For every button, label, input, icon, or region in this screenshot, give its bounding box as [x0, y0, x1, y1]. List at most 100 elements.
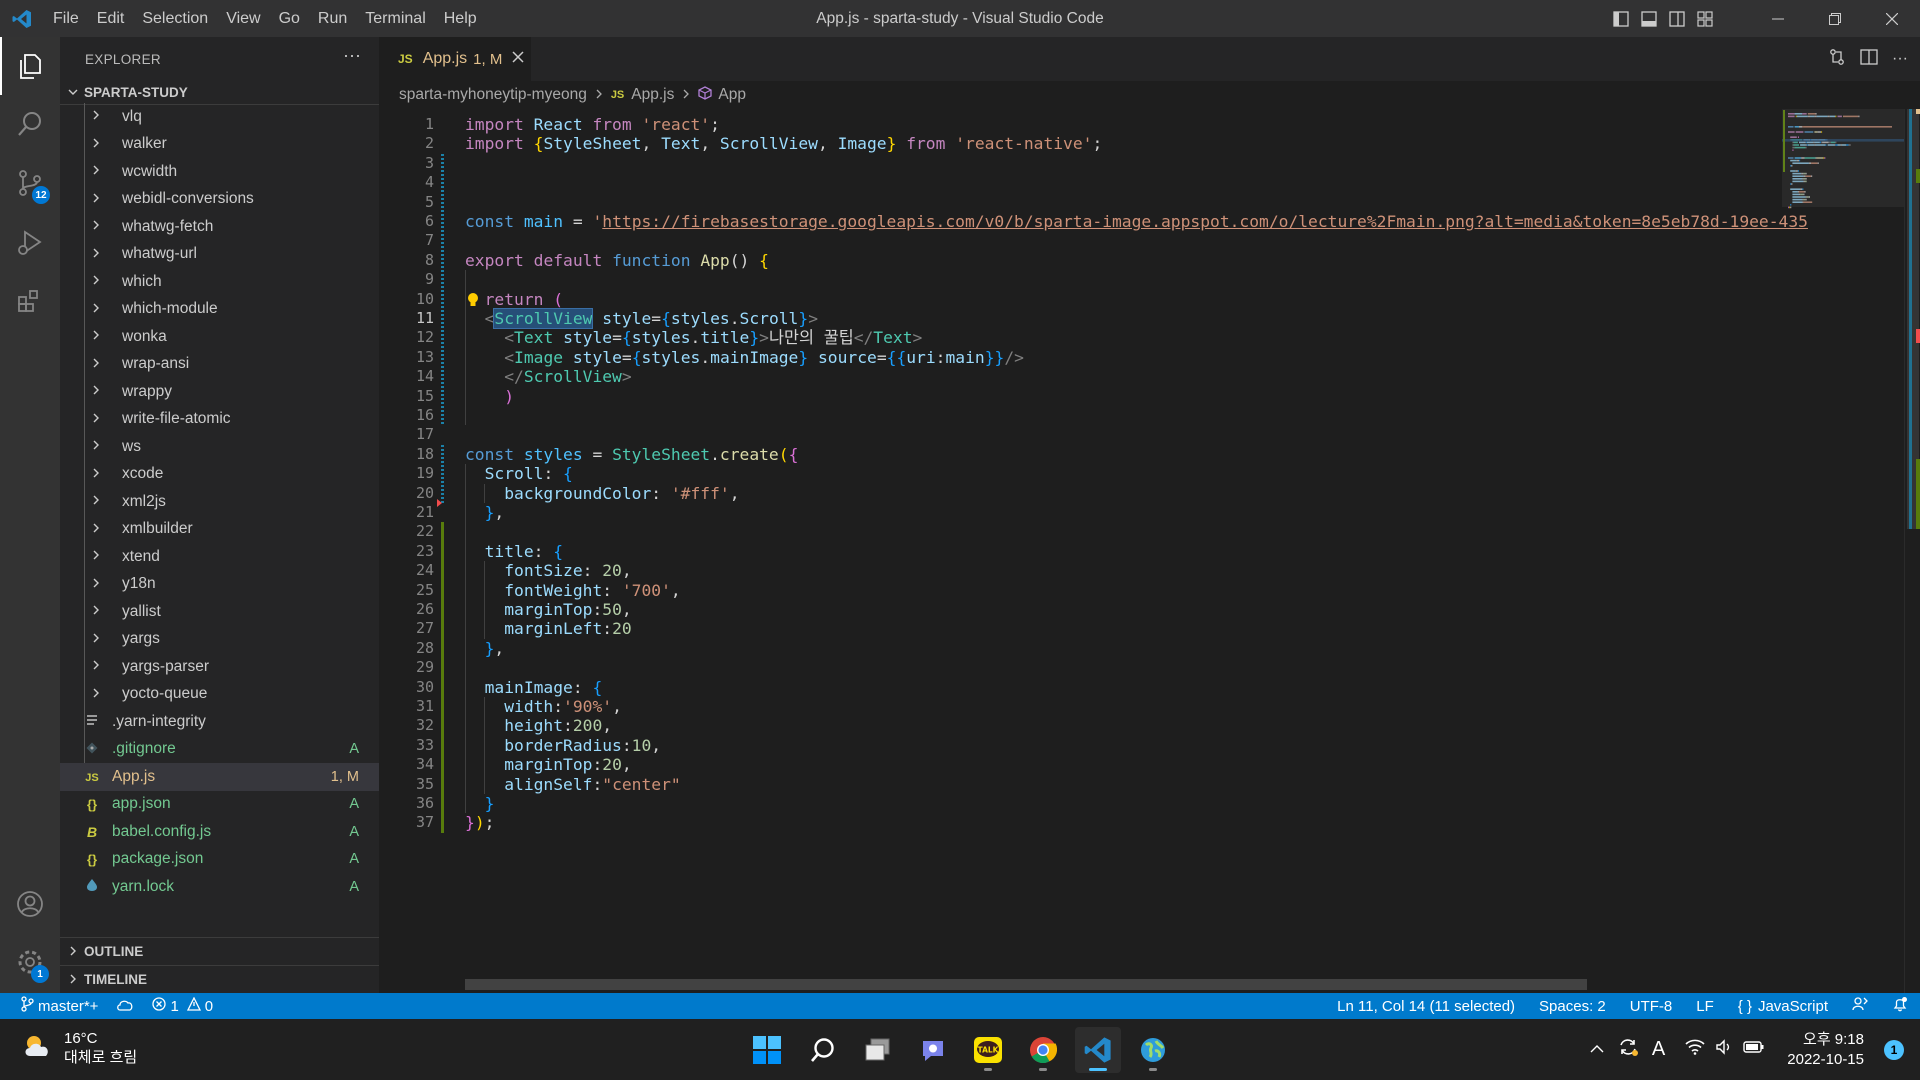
git-gutter-decoration[interactable]	[441, 522, 444, 833]
code-line[interactable]: },	[465, 503, 505, 522]
wifi-icon[interactable]	[1685, 1039, 1705, 1060]
workspace-root[interactable]: SPARTA-STUDY	[60, 81, 379, 103]
volume-icon[interactable]	[1715, 1039, 1733, 1060]
breadcrumb-folder[interactable]: sparta-myhoneytip-myeong	[399, 86, 587, 104]
end-of-line[interactable]: LF	[1696, 998, 1714, 1015]
code-line[interactable]: return (	[465, 290, 563, 309]
tab-app-js[interactable]: JS App.js 1, M	[379, 37, 531, 81]
file-item[interactable]: .gitignore A	[60, 736, 379, 764]
open-changes-icon[interactable]	[1828, 48, 1846, 71]
notification-center-badge[interactable]: 1	[1884, 1039, 1904, 1060]
folder-item[interactable]: wonka	[60, 323, 379, 351]
toggle-secondary-sidebar-icon[interactable]	[1663, 0, 1691, 37]
source-control-icon[interactable]: 12	[0, 154, 60, 212]
git-gutter-decoration[interactable]	[441, 444, 444, 503]
editor-more-icon[interactable]: ···	[1892, 50, 1908, 68]
code-editor[interactable]: 1 2 3 4 5 6 7 8 9 10 11 12 13 14 15 16 17 18 19 20 21 22 23 24 2…	[379, 109, 1920, 993]
search-icon[interactable]	[0, 95, 60, 153]
teams-chat-icon[interactable]	[910, 1027, 956, 1073]
branch-indicator[interactable]: master*+	[20, 996, 98, 1016]
folder-item[interactable]: webidl-conversions	[60, 186, 379, 214]
run-debug-icon[interactable]	[0, 213, 60, 271]
folder-item[interactable]: yallist	[60, 598, 379, 626]
folder-item[interactable]: ws	[60, 433, 379, 461]
customize-layout-icon[interactable]	[1691, 0, 1719, 37]
code-line[interactable]: <Text style={styles.title}>나만의 꿀팁</Text>	[465, 328, 922, 347]
timeline-section[interactable]: TIMELINE	[60, 965, 379, 993]
menu-terminal[interactable]: Terminal	[356, 0, 434, 37]
problems-indicator[interactable]: 1 0	[152, 996, 213, 1015]
folder-item[interactable]: whatwg-fetch	[60, 213, 379, 241]
vertical-scrollbar[interactable]	[1904, 109, 1920, 993]
menu-view[interactable]: View	[217, 0, 269, 37]
encoding[interactable]: UTF-8	[1630, 998, 1673, 1015]
sync-icon[interactable]	[116, 999, 134, 1013]
menu-file[interactable]: File	[44, 0, 88, 37]
battery-icon[interactable]	[1743, 1040, 1765, 1059]
file-item[interactable]: .yarn-integrity	[60, 708, 379, 736]
code-line[interactable]: });	[465, 813, 494, 832]
folder-item[interactable]: wrappy	[60, 378, 379, 406]
cursor-position[interactable]: Ln 11, Col 14 (11 selected)	[1337, 998, 1515, 1015]
language-mode[interactable]: { } JavaScript	[1738, 998, 1828, 1015]
code-line[interactable]: export default function App() {	[465, 251, 769, 270]
more-actions-icon[interactable]: ···	[343, 45, 361, 66]
folder-item[interactable]: whatwg-url	[60, 241, 379, 269]
close-tab-icon[interactable]	[512, 50, 524, 68]
show-hidden-icons-chevron-up-icon[interactable]	[1590, 1041, 1604, 1059]
menu-go[interactable]: Go	[270, 0, 309, 37]
code-line[interactable]: const styles = StyleSheet.create({	[465, 445, 798, 464]
folder-item[interactable]: vlq	[60, 103, 379, 131]
code-line[interactable]: borderRadius:10,	[465, 736, 661, 755]
folder-item[interactable]: xml2js	[60, 488, 379, 516]
file-item[interactable]: {} app.json A	[60, 791, 379, 819]
file-item[interactable]: JS App.js 1, M	[60, 763, 379, 791]
menu-edit[interactable]: Edit	[88, 0, 134, 37]
close-window-icon[interactable]	[1863, 0, 1920, 37]
code-line[interactable]: <ScrollView style={styles.Scroll}>	[465, 308, 818, 329]
folder-item[interactable]: which-module	[60, 296, 379, 324]
git-gutter-decoration[interactable]	[441, 153, 444, 426]
folder-item[interactable]: which	[60, 268, 379, 296]
breadcrumb-symbol[interactable]: App	[718, 86, 746, 104]
breadcrumb-file[interactable]: App.js	[631, 86, 674, 104]
split-editor-icon[interactable]	[1860, 48, 1878, 71]
code-line[interactable]: fontWeight: '700',	[465, 581, 680, 600]
menu-selection[interactable]: Selection	[133, 0, 217, 37]
code-line[interactable]: width:'90%',	[465, 697, 622, 716]
code-line[interactable]: }	[465, 794, 495, 813]
code-line[interactable]: title: {	[465, 542, 563, 561]
code-line[interactable]: fontSize: 20,	[465, 561, 631, 580]
indentation[interactable]: Spaces: 2	[1539, 998, 1606, 1015]
deleted-line-marker[interactable]	[437, 499, 442, 507]
code-line[interactable]: </ScrollView>	[465, 367, 631, 386]
menu-run[interactable]: Run	[309, 0, 356, 37]
code-line[interactable]: import {StyleSheet, Text, ScrollView, Im…	[465, 134, 1102, 153]
horizontal-scrollbar[interactable]	[465, 979, 1587, 990]
weather-widget[interactable]: 16°C 대체로 흐림	[22, 1029, 137, 1067]
code-line[interactable]: marginTop:20,	[465, 755, 631, 774]
lightbulb-icon[interactable]	[467, 292, 479, 313]
folder-item[interactable]: wrap-ansi	[60, 351, 379, 379]
notifications-bell-icon[interactable]	[1892, 996, 1908, 1016]
task-view-icon[interactable]	[855, 1027, 901, 1073]
toggle-primary-sidebar-icon[interactable]	[1607, 0, 1635, 37]
menu-help[interactable]: Help	[435, 0, 486, 37]
chrome-icon[interactable]	[1020, 1027, 1066, 1073]
folder-item[interactable]: yocto-queue	[60, 681, 379, 709]
folder-item[interactable]: yargs	[60, 626, 379, 654]
code-line[interactable]: marginTop:50,	[465, 600, 631, 619]
code-line[interactable]: <Image style={styles.mainImage} source={…	[465, 348, 1024, 367]
code-line[interactable]: backgroundColor: '#fff',	[465, 484, 739, 503]
code-line[interactable]: marginLeft:20	[465, 619, 631, 638]
outline-section[interactable]: OUTLINE	[60, 937, 379, 965]
code-line[interactable]: const main = 'https://firebasestorage.go…	[465, 212, 1808, 231]
folder-item[interactable]: yargs-parser	[60, 653, 379, 681]
folder-item[interactable]: xtend	[60, 543, 379, 571]
kakaotalk-icon[interactable]: TALK	[965, 1027, 1011, 1073]
file-item[interactable]: yarn.lock A	[60, 873, 379, 901]
file-item[interactable]: Bbabel.config.js A	[60, 818, 379, 846]
code-line[interactable]: height:200,	[465, 716, 612, 735]
accounts-icon[interactable]	[0, 875, 60, 933]
folder-item[interactable]: wcwidth	[60, 158, 379, 186]
